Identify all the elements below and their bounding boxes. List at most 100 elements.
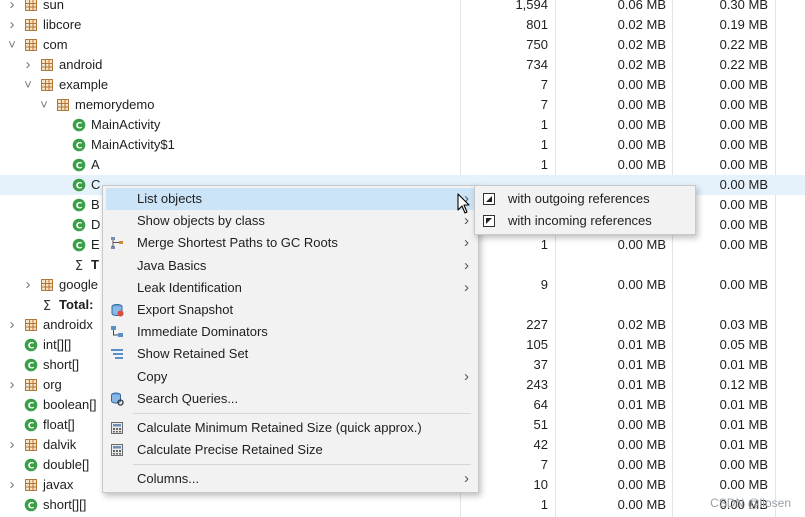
retained-heap: 0.00 MB <box>719 77 768 92</box>
retained-heap: 0.05 MB <box>719 337 768 352</box>
shallow-heap: 0.00 MB <box>617 77 666 92</box>
shallow-heap: 0.01 MB <box>617 337 666 352</box>
row-label: short[] <box>43 357 80 372</box>
shallow-heap: 0.00 MB <box>617 497 666 512</box>
immediate-dominators-icon <box>110 325 124 339</box>
expand-arrow-right-icon[interactable]: › <box>6 477 18 492</box>
row-label: androidx <box>43 317 93 332</box>
menu-item-label: Java Basics <box>137 257 207 273</box>
expand-arrow-right-icon[interactable]: › <box>22 277 34 292</box>
expand-arrow-down-icon[interactable]: ˅ <box>22 78 34 92</box>
menu-item-calculate-precise-retained-size[interactable]: Calculate Precise Retained Size <box>106 439 475 461</box>
package-icon <box>40 58 54 72</box>
expand-arrow-right-icon[interactable]: › <box>6 0 18 12</box>
shallow-heap: 0.00 MB <box>617 417 666 432</box>
outgoing-references-icon <box>483 193 495 205</box>
svg-text:Σ: Σ <box>43 299 51 312</box>
list-objects-submenu: with outgoing references with incoming re… <box>474 185 696 235</box>
svg-text:C: C <box>28 402 35 412</box>
objects-count: 7 <box>540 77 548 92</box>
menu-item-columns[interactable]: Columns... › <box>106 468 475 490</box>
retained-heap: 0.01 MB <box>719 357 768 372</box>
package-icon <box>56 98 70 112</box>
retained-heap: 0.03 MB <box>719 317 768 332</box>
table-row[interactable]: C MainActivity$1 1 0.00 MB 0.00 MB <box>0 135 805 155</box>
row-label: dalvik <box>43 437 77 452</box>
menu-item-with-outgoing-references[interactable]: with outgoing references <box>478 188 692 210</box>
retained-heap: 0.00 MB <box>719 117 768 132</box>
table-row[interactable]: ˅ example 7 0.00 MB 0.00 MB <box>0 75 805 95</box>
svg-text:C: C <box>28 342 35 352</box>
objects-count: 227 <box>526 317 548 332</box>
objects-count: 37 <box>533 357 548 372</box>
shallow-heap: 0.00 MB <box>617 117 666 132</box>
objects-count: 7 <box>540 457 548 472</box>
expand-arrow-right-icon[interactable]: › <box>6 317 18 332</box>
row-label: MainActivity <box>91 117 161 132</box>
menu-item-calculate-minimum-retained-size-quick-approx[interactable]: Calculate Minimum Retained Size (quick a… <box>106 417 475 439</box>
menu-item-label: with outgoing references <box>508 191 650 206</box>
row-label: E <box>91 237 100 252</box>
objects-count: 1 <box>540 137 548 152</box>
table-row[interactable]: ˅ memorydemo 7 0.00 MB 0.00 MB <box>0 95 805 115</box>
table-row[interactable]: › android 734 0.02 MB 0.22 MB <box>0 55 805 75</box>
menu-item-show-objects-by-class[interactable]: Show objects by class › <box>106 210 475 232</box>
package-icon <box>24 438 38 452</box>
class-icon: C <box>24 458 38 472</box>
row-label: org <box>43 377 62 392</box>
menu-item-export-snapshot[interactable]: Export Snapshot <box>106 299 475 321</box>
menu-item-merge-shortest-paths-to-gc-roots[interactable]: Merge Shortest Paths to GC Roots › <box>106 232 475 254</box>
menu-item-show-retained-set[interactable]: Show Retained Set <box>106 343 475 365</box>
menu-item-java-basics[interactable]: Java Basics › <box>106 255 475 277</box>
retained-heap: 0.00 MB <box>719 237 768 252</box>
menu-item-leak-identification[interactable]: Leak Identification › <box>106 277 475 299</box>
class-icon: C <box>72 218 86 232</box>
shallow-heap: 0.01 MB <box>617 357 666 372</box>
row-label: javax <box>43 477 74 492</box>
shallow-heap: 0.00 MB <box>617 237 666 252</box>
expand-arrow-right-icon[interactable]: › <box>6 17 18 32</box>
table-row[interactable]: › libcore 801 0.02 MB 0.19 MB <box>0 15 805 35</box>
table-row[interactable]: C MainActivity 1 0.00 MB 0.00 MB <box>0 115 805 135</box>
svg-text:Σ: Σ <box>75 259 83 272</box>
expand-arrow-down-icon[interactable]: ˅ <box>6 38 18 52</box>
export-snapshot-icon <box>110 303 124 317</box>
objects-count: 9 <box>540 277 548 292</box>
menu-item-label: Immediate Dominators <box>137 324 268 340</box>
row-label: libcore <box>43 17 82 32</box>
menu-item-with-incoming-references[interactable]: with incoming references <box>478 210 692 232</box>
package-icon <box>24 378 38 392</box>
table-row[interactable]: C A 1 0.00 MB 0.00 MB <box>0 155 805 175</box>
menu-item-label: Copy <box>137 368 168 384</box>
expand-arrow-right-icon[interactable]: › <box>6 377 18 392</box>
row-label: boolean[] <box>43 397 97 412</box>
expand-arrow-down-icon[interactable]: ˅ <box>38 98 50 112</box>
table-row[interactable]: ˅ com 750 0.02 MB 0.22 MB <box>0 35 805 55</box>
retained-heap: 0.12 MB <box>719 377 768 392</box>
submenu-arrow-icon: › <box>464 367 469 385</box>
shallow-heap: 0.00 MB <box>617 97 666 112</box>
svg-text:C: C <box>28 362 35 372</box>
table-row[interactable]: Cshort[][] 1 0.00 MB 0.00 MB <box>0 495 805 515</box>
menu-item-copy[interactable]: Copy › <box>106 366 475 388</box>
menu-item-search-queries[interactable]: Search Queries... <box>106 388 475 410</box>
package-icon <box>40 278 54 292</box>
expand-arrow-right-icon[interactable]: › <box>22 57 34 72</box>
class-icon: C <box>72 118 86 132</box>
calculator-icon <box>110 421 124 435</box>
incoming-references-icon <box>483 215 495 227</box>
retained-heap: 0.00 MB <box>719 277 768 292</box>
shallow-heap: 0.06 MB <box>617 0 666 12</box>
svg-text:C: C <box>76 242 83 252</box>
sigma-total-icon: Σ <box>72 258 86 272</box>
context-menu: List objects › Show objects by class › Merge… <box>102 185 479 493</box>
menu-item-immediate-dominators[interactable]: Immediate Dominators <box>106 321 475 343</box>
menu-item-label: Calculate Minimum Retained Size (quick a… <box>137 420 422 435</box>
menu-item-label: with incoming references <box>508 213 652 228</box>
retained-heap: 0.00 MB <box>719 457 768 472</box>
menu-item-list-objects[interactable]: List objects › <box>106 188 475 210</box>
row-label: B <box>91 197 100 212</box>
expand-arrow-right-icon[interactable]: › <box>6 437 18 452</box>
table-row[interactable]: › sun 1,594 0.06 MB 0.30 MB <box>0 0 805 15</box>
class-icon: C <box>72 138 86 152</box>
